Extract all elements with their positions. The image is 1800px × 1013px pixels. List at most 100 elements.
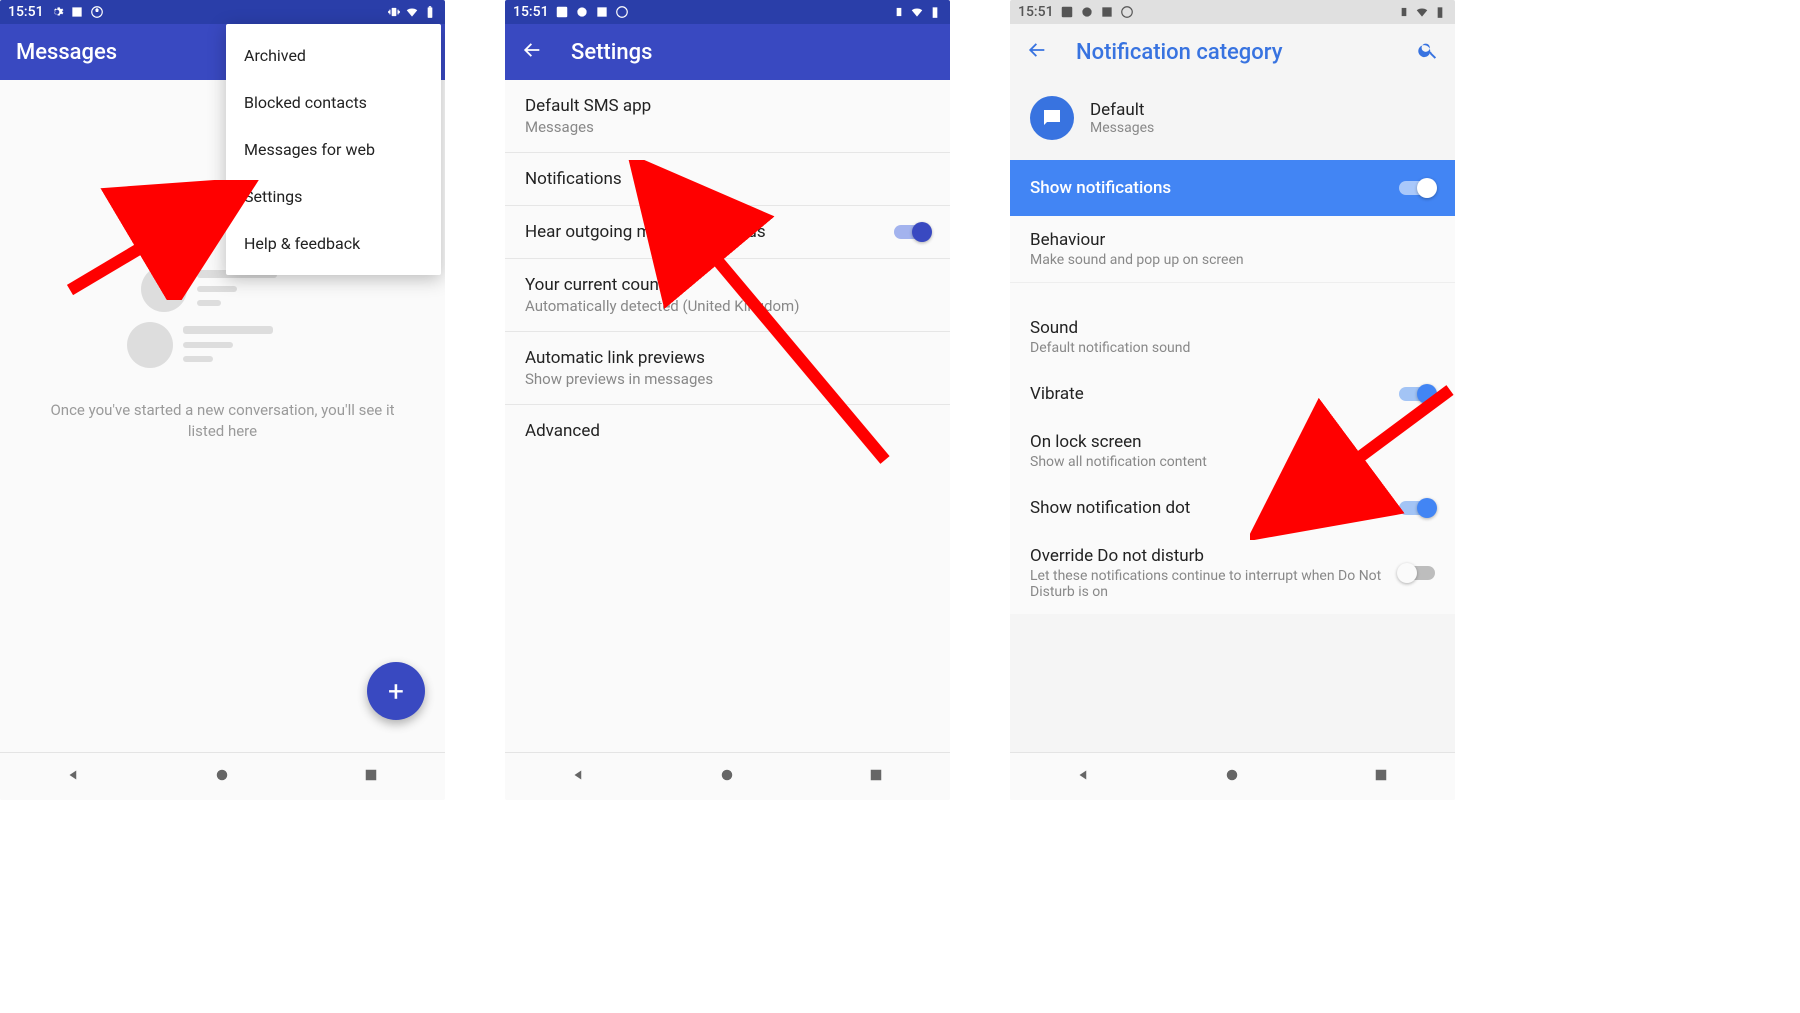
movie-icon [595, 5, 609, 19]
category-header: Default Messages [1010, 80, 1455, 160]
item-override-dnd[interactable]: Override Do not disturb Let these notifi… [1010, 532, 1455, 614]
setting-notifications[interactable]: Notifications [505, 153, 950, 206]
overflow-menu: Archived Blocked contacts Messages for w… [226, 24, 441, 275]
search-icon[interactable] [1417, 39, 1439, 66]
toggle-notification-dot[interactable] [1399, 501, 1435, 515]
page-title: Notification category [1076, 40, 1283, 65]
item-title: Override Do not disturb [1030, 546, 1399, 566]
toggle-outgoing-sounds[interactable] [894, 225, 930, 239]
recents-nav-icon[interactable] [362, 766, 380, 788]
menu-item-blocked[interactable]: Blocked contacts [226, 79, 441, 126]
back-nav-icon[interactable] [65, 766, 83, 788]
back-arrow-icon[interactable] [521, 39, 543, 66]
new-message-fab[interactable]: + [367, 662, 425, 720]
back-nav-icon[interactable] [1075, 766, 1093, 788]
vibrate-icon [892, 5, 906, 19]
show-notifications-label: Show notifications [1030, 178, 1171, 198]
settings-list: Default SMS app Messages Notifications H… [505, 80, 950, 457]
setting-advanced[interactable]: Advanced [505, 405, 950, 457]
item-sub: Make sound and pop up on screen [1030, 252, 1435, 268]
soccer-icon [1120, 5, 1134, 19]
home-nav-icon[interactable] [1223, 766, 1241, 788]
item-title: On lock screen [1030, 432, 1435, 452]
setting-title: Notifications [525, 169, 930, 189]
soccer-icon [90, 5, 104, 19]
item-title: Show notification dot [1030, 498, 1399, 518]
item-sub: Default notification sound [1030, 340, 1435, 356]
status-time: 15:51 [8, 4, 44, 20]
setting-title: Default SMS app [525, 96, 930, 116]
show-notifications-row[interactable]: Show notifications [1010, 160, 1455, 216]
recents-nav-icon[interactable] [1372, 766, 1390, 788]
status-time: 15:51 [1018, 4, 1054, 20]
battery-icon [928, 5, 942, 19]
home-nav-icon[interactable] [718, 766, 736, 788]
recents-nav-icon[interactable] [867, 766, 885, 788]
item-lock-screen[interactable]: On lock screen Show all notification con… [1010, 418, 1455, 484]
vibrate-icon [387, 5, 401, 19]
empty-state: Once you've started a new conversation, … [0, 260, 445, 442]
nav-bar [1010, 752, 1455, 800]
status-time: 15:51 [513, 4, 549, 20]
setting-sub: Show previews in messages [525, 370, 930, 388]
empty-text: Once you've started a new conversation, … [40, 400, 405, 442]
item-notification-dot[interactable]: Show notification dot [1010, 484, 1455, 532]
setting-title: Hear outgoing message sounds [525, 222, 894, 242]
toggle-show-notifications[interactable] [1399, 181, 1435, 195]
category-title: Default [1090, 100, 1154, 120]
item-sub: Show all notification content [1030, 454, 1435, 470]
item-sub: Let these notifications continue to inte… [1030, 568, 1399, 600]
battery-icon [1433, 5, 1447, 19]
menu-item-settings[interactable]: Settings [226, 173, 441, 220]
movie-icon [70, 5, 84, 19]
plus-icon: + [388, 675, 404, 708]
battery-icon [423, 5, 437, 19]
empty-illustration [123, 260, 323, 380]
setting-title: Advanced [525, 421, 930, 441]
status-bar: 15:51 [505, 0, 950, 24]
menu-item-help[interactable]: Help & feedback [226, 220, 441, 267]
gear-icon [50, 5, 64, 19]
gear-icon [1080, 5, 1094, 19]
back-nav-icon[interactable] [570, 766, 588, 788]
item-vibrate[interactable]: Vibrate [1010, 370, 1455, 418]
toggle-vibrate[interactable] [1399, 387, 1435, 401]
category-list: Behaviour Make sound and pop up on scree… [1010, 216, 1455, 614]
back-arrow-icon[interactable] [1026, 39, 1048, 66]
setting-sub: Automatically detected (United Kingdom) [525, 297, 930, 315]
setting-outgoing-sounds[interactable]: Hear outgoing message sounds [505, 206, 950, 259]
messages-app-icon [1030, 96, 1074, 140]
item-title: Vibrate [1030, 384, 1399, 404]
section-gap [1010, 282, 1455, 304]
app-bar: Notification category [1010, 24, 1455, 80]
wifi-icon [910, 5, 924, 19]
menu-item-archived[interactable]: Archived [226, 32, 441, 79]
image-icon [1060, 5, 1074, 19]
status-bar: 15:51 [1010, 0, 1455, 24]
setting-link-previews[interactable]: Automatic link previews Show previews in… [505, 332, 950, 405]
screen-notification-category: 15:51 Notification category Default Mess… [1010, 0, 1455, 800]
screen-messages: 15:51 Messages Archived Blocked contacts… [0, 0, 445, 800]
movie-icon [1100, 5, 1114, 19]
image-icon [555, 5, 569, 19]
item-behaviour[interactable]: Behaviour Make sound and pop up on scree… [1010, 216, 1455, 282]
app-bar: Settings [505, 24, 950, 80]
soccer-icon [615, 5, 629, 19]
item-title: Sound [1030, 318, 1435, 338]
page-title: Messages [16, 40, 117, 65]
page-title: Settings [571, 40, 652, 65]
menu-item-web[interactable]: Messages for web [226, 126, 441, 173]
item-title: Behaviour [1030, 230, 1435, 250]
setting-country[interactable]: Your current country Automatically detec… [505, 259, 950, 332]
status-bar: 15:51 [0, 0, 445, 24]
wifi-icon [405, 5, 419, 19]
setting-sub: Messages [525, 118, 930, 136]
nav-bar [0, 752, 445, 800]
toggle-override-dnd[interactable] [1399, 566, 1435, 580]
wifi-icon [1415, 5, 1429, 19]
nav-bar [505, 752, 950, 800]
item-sound[interactable]: Sound Default notification sound [1010, 304, 1455, 370]
setting-default-sms[interactable]: Default SMS app Messages [505, 80, 950, 153]
home-nav-icon[interactable] [213, 766, 231, 788]
category-sub: Messages [1090, 120, 1154, 136]
